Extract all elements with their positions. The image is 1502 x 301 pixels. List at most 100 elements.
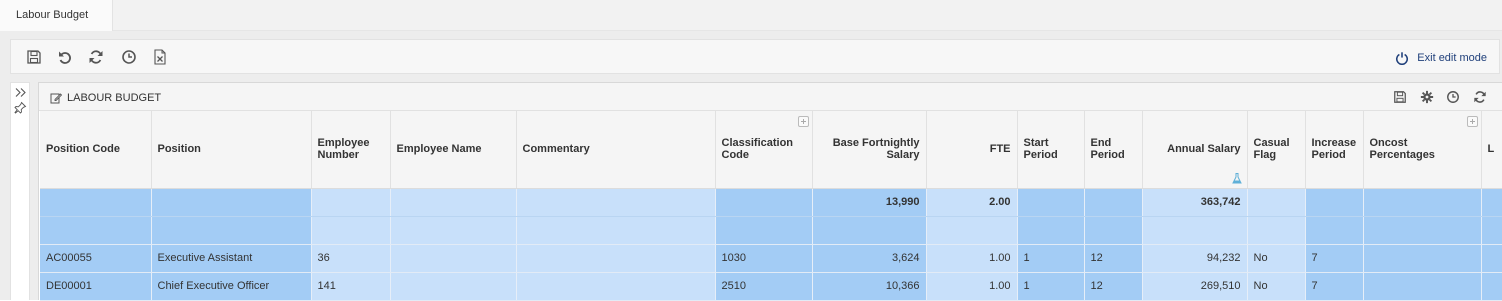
column-header[interactable]: Commentary xyxy=(516,111,716,189)
grid-cell[interactable]: 2510 xyxy=(715,272,813,301)
expand-column-group-icon[interactable] xyxy=(797,116,809,127)
excel-export-icon[interactable] xyxy=(152,49,168,65)
grid-cell[interactable] xyxy=(812,216,927,245)
total-annual-salary: 363,742 xyxy=(1142,188,1248,217)
grid-cell[interactable] xyxy=(390,216,517,245)
grid-cell[interactable] xyxy=(390,244,517,273)
grid-cell[interactable]: Executive Assistant xyxy=(151,244,312,273)
grid-cell[interactable]: AC00055 xyxy=(40,244,152,273)
total-cell xyxy=(1363,188,1482,217)
grid-cell[interactable]: 269,510 xyxy=(1142,272,1248,301)
grid-cell[interactable]: No xyxy=(1247,272,1306,301)
undo-icon[interactable] xyxy=(57,49,73,65)
table-row[interactable]: AC00055 Executive Assistant 36 1030 3,62… xyxy=(40,244,1502,273)
panel-refresh-icon[interactable] xyxy=(1473,90,1487,104)
grid-cell[interactable] xyxy=(40,216,152,245)
blank-row[interactable] xyxy=(40,216,1502,245)
grid-header-row: Position Code Position Employee Number E… xyxy=(40,111,1502,189)
expand-column-group-icon[interactable] xyxy=(1466,116,1478,127)
grid-cell[interactable] xyxy=(516,272,716,301)
grid-cell[interactable] xyxy=(1247,216,1306,245)
column-header[interactable]: Employee Name xyxy=(390,111,517,189)
grid-cell[interactable]: 1030 xyxy=(715,244,813,273)
history-icon[interactable] xyxy=(121,49,137,65)
labour-budget-panel: LABOUR BUDGET Position Code Position Emp… xyxy=(38,82,1502,301)
grid-cell[interactable]: No xyxy=(1247,244,1306,273)
grid-cell[interactable]: 3,624 xyxy=(812,244,927,273)
total-cell xyxy=(715,188,813,217)
grid-cell[interactable]: 1.00 xyxy=(926,244,1018,273)
grid-cell[interactable]: 1.00 xyxy=(926,272,1018,301)
grid-cell[interactable]: 7 xyxy=(1305,244,1364,273)
exit-edit-mode-label: Exit edit mode xyxy=(1417,52,1487,64)
total-cell xyxy=(151,188,312,217)
table-row[interactable]: DE00001 Chief Executive Officer 141 2510… xyxy=(40,272,1502,301)
panel-title-text: LABOUR BUDGET xyxy=(67,92,162,104)
column-header[interactable]: Base Fortnightly Salary xyxy=(812,111,927,189)
total-cell xyxy=(1247,188,1306,217)
grid-cell[interactable] xyxy=(311,216,391,245)
grid-cell[interactable]: Chief Executive Officer xyxy=(151,272,312,301)
refresh-icon[interactable] xyxy=(88,49,104,65)
column-header[interactable]: FTE xyxy=(926,111,1018,189)
exit-edit-mode-button[interactable]: Exit edit mode xyxy=(1395,50,1487,66)
column-header[interactable]: Start Period xyxy=(1017,111,1085,189)
panel-history-icon[interactable] xyxy=(1446,90,1460,104)
column-header[interactable]: Casual Flag xyxy=(1247,111,1306,189)
grid-cell[interactable]: 1 xyxy=(1017,244,1085,273)
total-cell xyxy=(1017,188,1085,217)
grid-cell[interactable] xyxy=(1363,216,1482,245)
column-header[interactable]: Increase Period xyxy=(1305,111,1364,189)
panel-title: LABOUR BUDGET xyxy=(50,92,161,104)
total-row: 13,990 2.00 363,742 xyxy=(40,188,1502,217)
grid-cell[interactable] xyxy=(151,216,312,245)
grid-cell[interactable]: 94,232 xyxy=(1142,244,1248,273)
expand-chevrons-icon[interactable] xyxy=(14,86,27,99)
grid-cell[interactable] xyxy=(516,216,716,245)
column-header[interactable]: Annual Salary xyxy=(1142,111,1248,189)
column-header[interactable]: Oncost Percentages xyxy=(1363,111,1482,189)
grid-cell[interactable]: 36 xyxy=(311,244,391,273)
grid-cell[interactable] xyxy=(1363,272,1482,301)
pin-icon[interactable] xyxy=(14,101,27,114)
grid-cell[interactable]: 141 xyxy=(311,272,391,301)
panel-save-icon[interactable] xyxy=(1393,90,1407,104)
grid-cell[interactable] xyxy=(1017,216,1085,245)
grid-cell[interactable] xyxy=(1481,244,1502,273)
total-fte: 2.00 xyxy=(926,188,1018,217)
grid-cell[interactable] xyxy=(926,216,1018,245)
total-cell xyxy=(311,188,391,217)
panel-gear-icon[interactable] xyxy=(1420,90,1434,104)
total-cell xyxy=(1084,188,1143,217)
column-header[interactable]: Employee Number xyxy=(311,111,391,189)
grid-cell[interactable] xyxy=(1084,216,1143,245)
grid-cell[interactable] xyxy=(715,216,813,245)
grid-cell[interactable] xyxy=(390,272,517,301)
column-header[interactable]: Position Code xyxy=(40,111,152,189)
grid-cell[interactable]: 12 xyxy=(1084,244,1143,273)
grid-cell[interactable]: 12 xyxy=(1084,272,1143,301)
tab-label: Labour Budget xyxy=(16,9,89,21)
save-icon[interactable] xyxy=(26,49,42,65)
grid-cell[interactable] xyxy=(1363,244,1482,273)
labour-budget-grid: Position Code Position Employee Number E… xyxy=(40,111,1502,301)
grid-cell[interactable] xyxy=(1481,216,1502,245)
tab-bar: Labour Budget xyxy=(0,0,1502,31)
grid-cell[interactable] xyxy=(1305,216,1364,245)
grid-cell[interactable]: DE00001 xyxy=(40,272,152,301)
grid-cell[interactable] xyxy=(1481,272,1502,301)
column-header[interactable]: Position xyxy=(151,111,312,189)
flask-icon[interactable] xyxy=(1231,172,1242,184)
grid-cell[interactable] xyxy=(1142,216,1248,245)
column-header[interactable]: Classification Code xyxy=(715,111,813,189)
power-icon xyxy=(1396,52,1409,65)
grid-cell[interactable]: 10,366 xyxy=(812,272,927,301)
grid-cell[interactable]: 7 xyxy=(1305,272,1364,301)
tab-labour-budget[interactable]: Labour Budget xyxy=(0,0,113,31)
column-header[interactable]: End Period xyxy=(1084,111,1143,189)
grid-cell[interactable] xyxy=(516,244,716,273)
total-cell xyxy=(390,188,517,217)
column-header[interactable]: L xyxy=(1481,111,1502,189)
grid-cell[interactable]: 1 xyxy=(1017,272,1085,301)
total-cell xyxy=(1481,188,1502,217)
